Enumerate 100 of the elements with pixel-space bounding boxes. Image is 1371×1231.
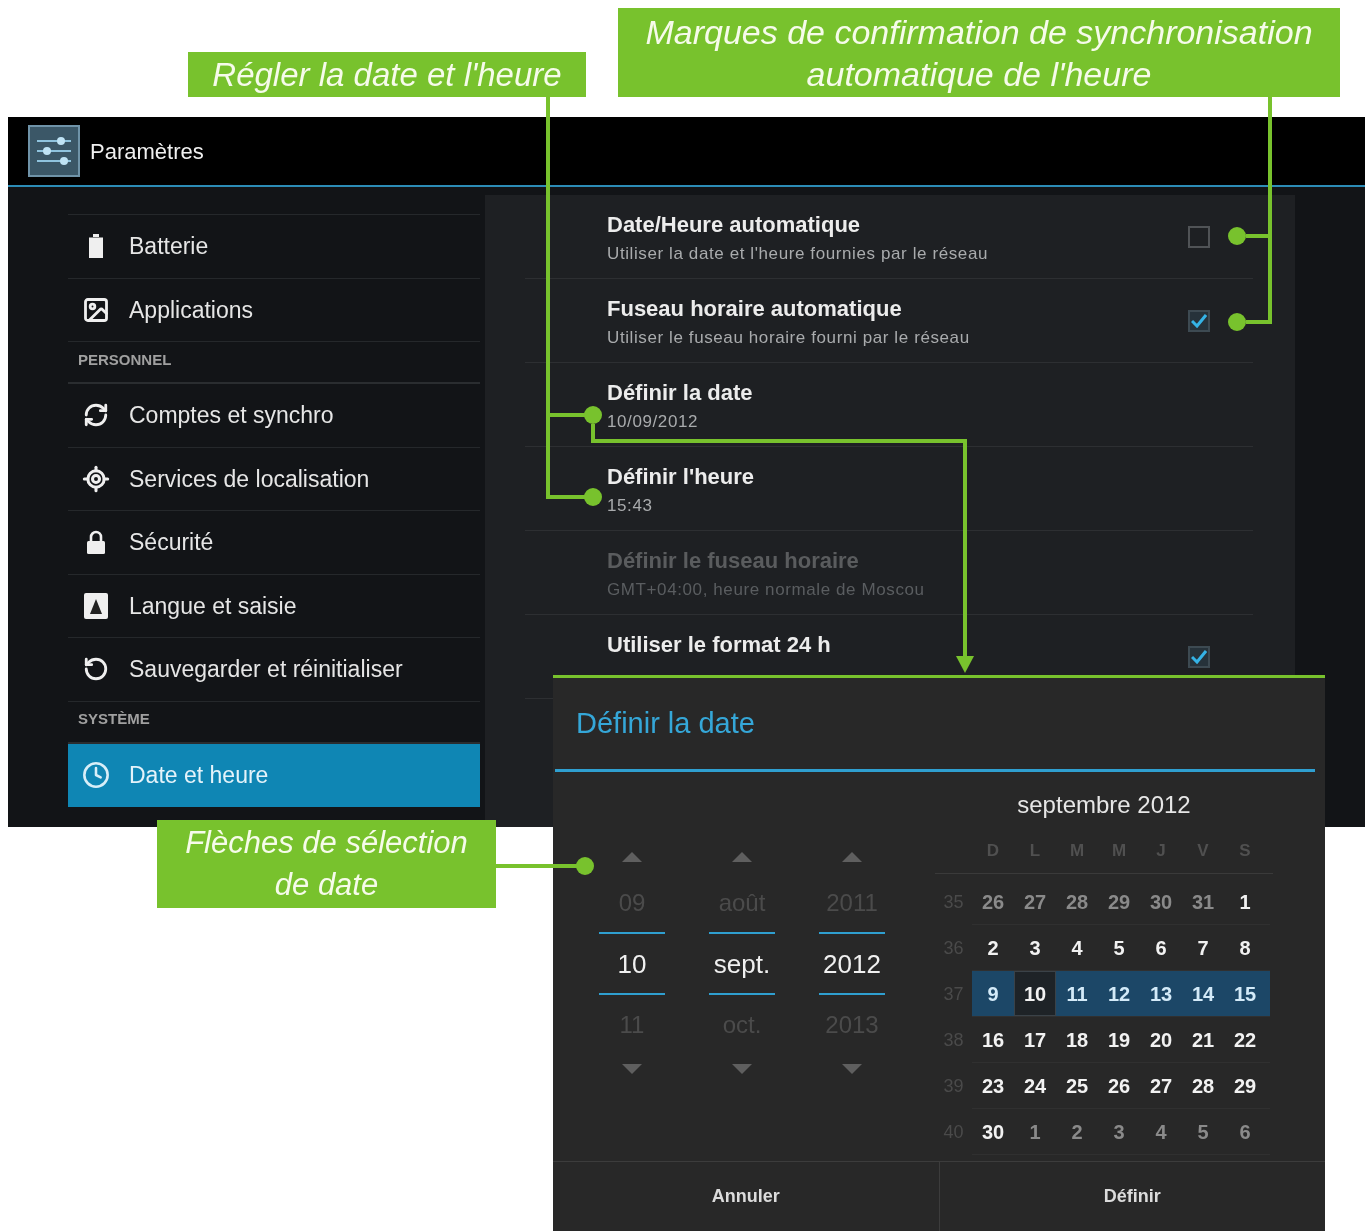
calendar-day[interactable]: 16 xyxy=(972,1017,1014,1062)
calendar-day[interactable]: 29 xyxy=(1098,879,1140,924)
setting-subtitle: GMT+04:00, heure normale de Moscou xyxy=(607,579,925,600)
calendar-day[interactable]: 1 xyxy=(1014,1109,1056,1154)
sidebar-item[interactable]: Applications xyxy=(68,278,480,342)
caret-up-icon[interactable] xyxy=(732,852,752,862)
calendar-day[interactable]: 8 xyxy=(1224,925,1266,970)
checkbox[interactable] xyxy=(1188,309,1210,332)
calendar-day[interactable]: 4 xyxy=(1056,925,1098,970)
sliders-icon[interactable] xyxy=(28,125,80,177)
calendar-day[interactable]: 30 xyxy=(972,1109,1014,1154)
triangle-tile-icon xyxy=(84,592,108,619)
calendar-day[interactable]: 27 xyxy=(1140,1063,1182,1108)
sidebar-item-label: Services de localisation xyxy=(129,464,370,494)
spinner-value[interactable]: 10 xyxy=(617,944,647,984)
calendar-day[interactable]: 6 xyxy=(1140,925,1182,970)
calendar-day[interactable]: 26 xyxy=(972,879,1014,924)
callout-label: Marques de confirmation de synchronisation automatique de l'heure xyxy=(618,8,1340,97)
sidebar-item[interactable]: Comptes et synchro xyxy=(68,384,480,448)
checkmark-icon xyxy=(1191,649,1207,664)
calendar-day[interactable]: 30 xyxy=(1140,879,1182,924)
picture-icon xyxy=(82,295,110,324)
sidebar-item-label: Date et heure xyxy=(129,761,269,790)
callout-label: Régler la date et l'heure xyxy=(188,52,586,97)
lock-icon xyxy=(86,530,106,555)
calendar-day[interactable]: 7 xyxy=(1182,925,1224,970)
setting-subtitle: Utiliser la date et l'heure fournies par le réseau xyxy=(607,243,988,264)
sidebar-item[interactable]: Batterie xyxy=(68,215,480,279)
caret-down-icon[interactable] xyxy=(732,1064,752,1074)
sidebar-item[interactable]: Sauvegarder et réinitialiser xyxy=(68,638,480,702)
calendar-day[interactable]: 5 xyxy=(1098,925,1140,970)
setting-subtitle: 10/09/2012 xyxy=(607,411,700,432)
checkmark-icon xyxy=(1191,313,1207,328)
sidebar-item[interactable]: Date et heure xyxy=(68,743,480,807)
battery-icon xyxy=(88,234,104,259)
callout-label: Flèches de sélection de date xyxy=(157,820,496,908)
calendar-day[interactable]: 31 xyxy=(1182,879,1224,924)
calendar-day[interactable]: 1 xyxy=(1224,879,1266,924)
setting-title[interactable]: Définir l'heure xyxy=(607,463,755,490)
calendar-day[interactable]: 4 xyxy=(1140,1109,1182,1154)
calendar-day[interactable]: 11 xyxy=(1056,971,1098,1016)
checkbox[interactable] xyxy=(1188,645,1210,668)
setting-title[interactable]: Définir la date xyxy=(607,379,753,406)
sidebar-item-label: Langue et saisie xyxy=(129,591,297,621)
calendar-day[interactable]: 5 xyxy=(1182,1109,1224,1154)
calendar-day[interactable]: 2 xyxy=(1056,1109,1098,1154)
dialog-title: Définir la date xyxy=(576,705,755,741)
sidebar-item-label: Sécurité xyxy=(129,528,214,557)
calendar-day[interactable]: 24 xyxy=(1014,1063,1056,1108)
calendar-day[interactable]: 3 xyxy=(1014,925,1056,970)
setting-subtitle: Utiliser le fuseau horaire fourni par le réseau xyxy=(607,327,970,348)
calendar-day[interactable]: 28 xyxy=(1182,1063,1224,1108)
caret-up-icon[interactable] xyxy=(622,852,642,862)
section-header: PERSONNEL xyxy=(78,349,172,370)
calendar-day[interactable]: 23 xyxy=(972,1063,1014,1108)
sidebar-item-label: Applications xyxy=(129,295,254,325)
calendar-day[interactable]: 17 xyxy=(1014,1017,1056,1062)
calendar-day[interactable]: 18 xyxy=(1056,1017,1098,1062)
setting-subtitle: 15:43 xyxy=(607,495,654,516)
calendar-day[interactable]: 6 xyxy=(1224,1109,1266,1154)
checkbox[interactable] xyxy=(1188,225,1210,248)
calendar-day[interactable]: 26 xyxy=(1098,1063,1140,1108)
calendar-day[interactable]: 15 xyxy=(1224,971,1266,1016)
setting-title[interactable]: Fuseau horaire automatique xyxy=(607,295,970,322)
sidebar-item-label: Comptes et synchro xyxy=(129,401,334,430)
calendar-day[interactable]: 29 xyxy=(1224,1063,1266,1108)
restore-icon xyxy=(83,656,109,683)
calendar-day[interactable]: 9 xyxy=(972,971,1014,1016)
app-title: Paramètres xyxy=(90,137,204,166)
sidebar-item[interactable]: Langue et saisie xyxy=(68,574,480,638)
section-header: SYSTÈME xyxy=(78,709,150,729)
sidebar-item[interactable]: Sécurité xyxy=(68,511,480,575)
crosshair-icon xyxy=(82,464,110,493)
calendar-day[interactable]: 14 xyxy=(1182,971,1224,1016)
calendar-day[interactable]: 2 xyxy=(972,925,1014,970)
calendar-day[interactable]: 27 xyxy=(1014,879,1056,924)
dialog-button[interactable]: Définir xyxy=(938,1162,1325,1231)
clock-icon xyxy=(82,761,110,790)
calendar-day[interactable]: 25 xyxy=(1056,1063,1098,1108)
sidebar-item-label: Batterie xyxy=(129,232,209,261)
calendar-day[interactable]: 20 xyxy=(1140,1017,1182,1062)
sidebar-item-label: Sauvegarder et réinitialiser xyxy=(129,655,403,684)
calendar-day[interactable]: 19 xyxy=(1098,1017,1140,1062)
caret-down-icon[interactable] xyxy=(842,1064,862,1074)
calendar-day[interactable]: 21 xyxy=(1182,1017,1224,1062)
caret-down-icon[interactable] xyxy=(622,1064,642,1074)
calendar-day[interactable]: 28 xyxy=(1056,879,1098,924)
setting-title[interactable]: Date/Heure automatique xyxy=(607,211,988,238)
calendar-day[interactable]: 12 xyxy=(1098,971,1140,1016)
sidebar-item[interactable]: Services de localisation xyxy=(68,447,480,511)
sync-icon xyxy=(83,402,109,429)
caret-up-icon[interactable] xyxy=(842,852,862,862)
calendar-day[interactable]: 22 xyxy=(1224,1017,1266,1062)
spinner-value[interactable]: 2012 xyxy=(823,944,881,984)
calendar-day[interactable]: 3 xyxy=(1098,1109,1140,1154)
spinner-value[interactable]: sept. xyxy=(713,944,771,984)
calendar-day[interactable]: 13 xyxy=(1140,971,1182,1016)
dialog-button[interactable]: Annuler xyxy=(553,1162,939,1231)
calendar-day[interactable]: 10 xyxy=(1014,971,1056,1016)
setting-title[interactable]: Utiliser le format 24 h xyxy=(607,631,831,658)
